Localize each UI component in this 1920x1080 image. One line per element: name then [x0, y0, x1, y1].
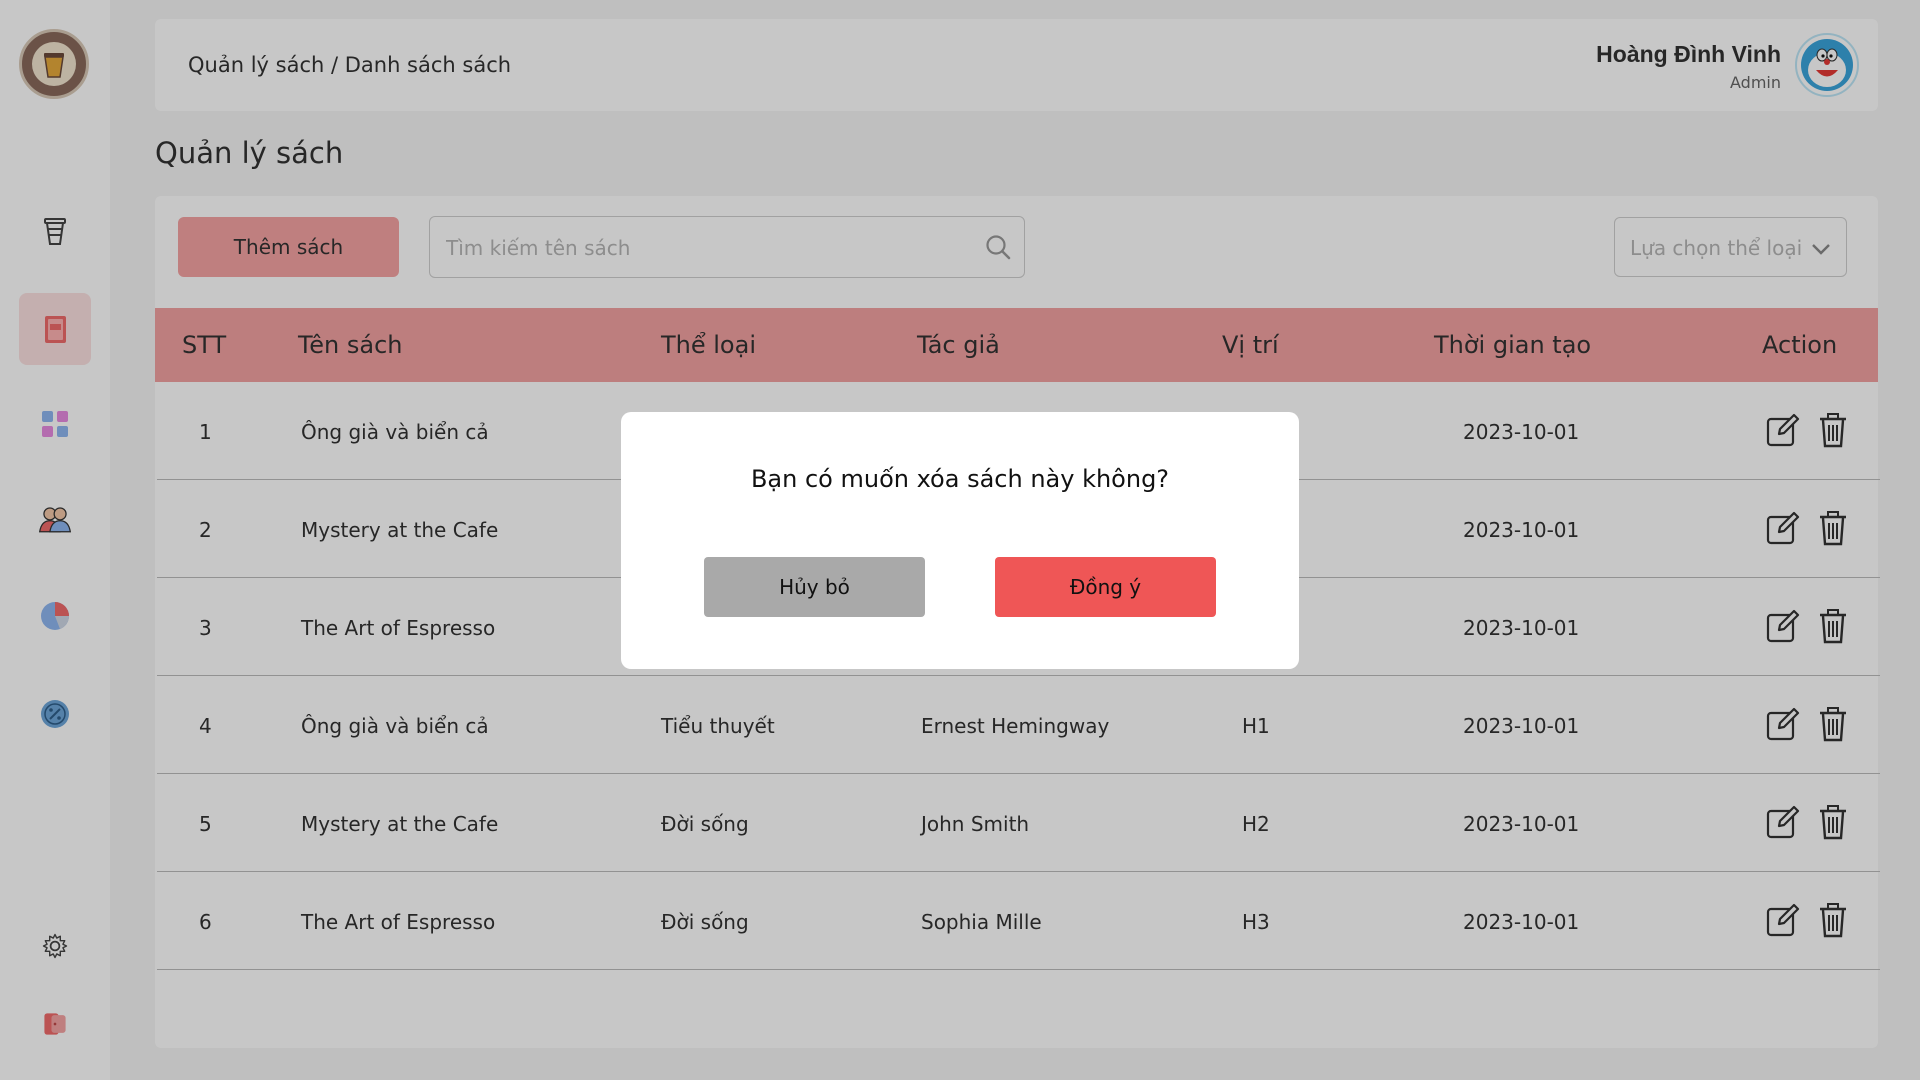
confirm-button[interactable]: Đồng ý [995, 557, 1216, 617]
dialog-message: Bạn có muốn xóa sách này không? [750, 465, 1170, 493]
delete-confirm-dialog: Bạn có muốn xóa sách này không? Hủy bỏ Đ… [621, 412, 1299, 669]
cancel-button[interactable]: Hủy bỏ [704, 557, 925, 617]
